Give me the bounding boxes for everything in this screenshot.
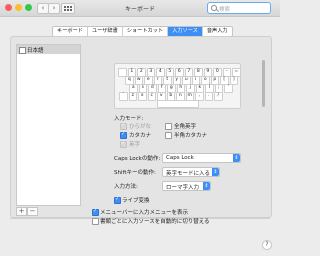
keyboard-key: c: [147, 92, 156, 101]
tab-shortcuts[interactable]: ショートカット: [123, 27, 169, 36]
keyboard-key: ': [224, 84, 233, 93]
shift-label: Shiftキーの動作:: [114, 170, 156, 176]
search-field[interactable]: 検索: [207, 2, 271, 14]
live-conversion-label: ライブ変換: [122, 198, 150, 204]
chevron-updown-icon: ⇕: [212, 168, 219, 176]
input-method-label: 入力方法:: [114, 184, 138, 190]
auto-switch-label: 書類ごとに入力ソースを自動的に切り替える: [100, 219, 210, 225]
zenkaku-checkbox[interactable]: [165, 123, 172, 130]
hiragana-checkbox: [120, 122, 127, 130]
tab-dictation[interactable]: 音声入力: [203, 27, 232, 36]
caps-lock-value: Caps Lock: [166, 154, 194, 161]
menu-bar-label: メニューバーに入力メニューを表示: [100, 210, 188, 216]
auto-switch-checkbox[interactable]: [92, 218, 99, 225]
keyboard-row: [157, 100, 199, 108]
chevron-updown-icon: ⇕: [233, 154, 240, 162]
hankaku-label: 半角カタカナ: [174, 133, 208, 139]
japanese-flag-icon: [19, 47, 26, 54]
menu-bar-checkbox[interactable]: [92, 208, 99, 216]
keyboard-key: x: [138, 92, 147, 101]
katakana-label: カタカナ: [129, 133, 152, 139]
hankaku-checkbox[interactable]: [165, 132, 172, 139]
eisu-label: 英字: [129, 142, 141, 148]
chevron-updown-icon: ⇕: [203, 182, 210, 190]
source-label: 日本語: [27, 48, 44, 54]
keyboard-key: .: [204, 92, 213, 101]
space-key: [157, 100, 199, 108]
tab-keyboard[interactable]: キーボード: [53, 27, 88, 36]
keyboard-key: z: [128, 92, 137, 101]
hiragana-label: ひらがな: [129, 124, 152, 130]
caps-lock-label: Caps Lockの動作:: [114, 156, 161, 162]
shift-value: 英字モードに入る: [166, 170, 211, 177]
tab-user-dictionary[interactable]: ユーザ辞書: [88, 27, 123, 36]
scrollbar[interactable]: [262, 60, 265, 107]
input-source-list[interactable]: 日本語: [16, 44, 81, 206]
input-modes-heading: 入力モード:: [114, 116, 144, 122]
preferences-window: ‹ › キーボード 検索 キーボード ユーザ辞書 ショートカット 入力ソース 音…: [0, 0, 280, 256]
keyboard-preview: 1 2 3 4 5 6 7 8 9 0- = q w e r t y u i o p[] a s d f g h j k l; ' ` z…: [114, 63, 241, 109]
input-method-value: ローマ字入力: [166, 184, 200, 191]
zenkaku-label: 全角英字: [174, 124, 197, 130]
remove-source-button[interactable]: −: [27, 207, 38, 216]
katakana-checkbox[interactable]: [120, 131, 127, 139]
search-icon: [211, 4, 217, 11]
add-source-button[interactable]: +: [16, 207, 27, 216]
title-bar: ‹ › キーボード 検索: [0, 0, 280, 17]
help-button[interactable]: ?: [262, 240, 272, 250]
keyboard-key: /: [214, 92, 223, 101]
keyboard-key: `: [119, 92, 128, 101]
list-item[interactable]: 日本語: [17, 45, 80, 54]
eisu-checkbox: [120, 140, 127, 148]
tab-input-sources[interactable]: 入力ソース: [168, 27, 203, 36]
live-conversion-checkbox[interactable]: [114, 196, 121, 204]
input-method-popup[interactable]: ローマ字入力 ⇕: [162, 181, 211, 191]
shift-popup[interactable]: 英字モードに入る ⇕: [162, 167, 220, 177]
caps-lock-popup[interactable]: Caps Lock ⇕: [162, 153, 241, 163]
search-placeholder: 検索: [219, 6, 231, 13]
